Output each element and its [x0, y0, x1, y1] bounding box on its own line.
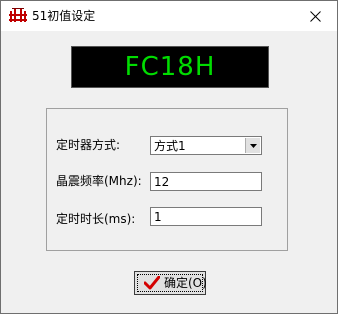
close-button[interactable]	[293, 1, 337, 31]
timer-mode-label: 定时器方式:	[56, 138, 121, 152]
app-icon	[9, 8, 27, 22]
ok-button[interactable]: 确定(O)	[134, 271, 207, 295]
result-value: FC18H	[124, 52, 216, 82]
window-title: 51初值设定	[32, 9, 96, 23]
timer-mode-select[interactable]: 方式1	[150, 136, 262, 155]
title-bar[interactable]: 51初值设定	[1, 1, 337, 31]
chevron-down-icon	[249, 143, 257, 148]
crystal-freq-input[interactable]	[150, 172, 262, 191]
result-display: FC18H	[71, 46, 269, 88]
crystal-freq-label: 晶震频率(Mhz):	[56, 174, 142, 188]
ok-button-label: 确定(O)	[164, 276, 207, 290]
check-icon	[144, 276, 160, 290]
close-icon	[309, 10, 321, 22]
timer-mode-value: 方式1	[154, 139, 186, 153]
duration-label: 定时时长(ms):	[56, 212, 136, 226]
dialog-window: 51初值设定 FC18H 定时器方式: 方式1 晶震频率(Mhz): 定时时长(…	[0, 0, 338, 314]
duration-input[interactable]	[150, 207, 262, 226]
dropdown-button[interactable]	[245, 138, 260, 153]
